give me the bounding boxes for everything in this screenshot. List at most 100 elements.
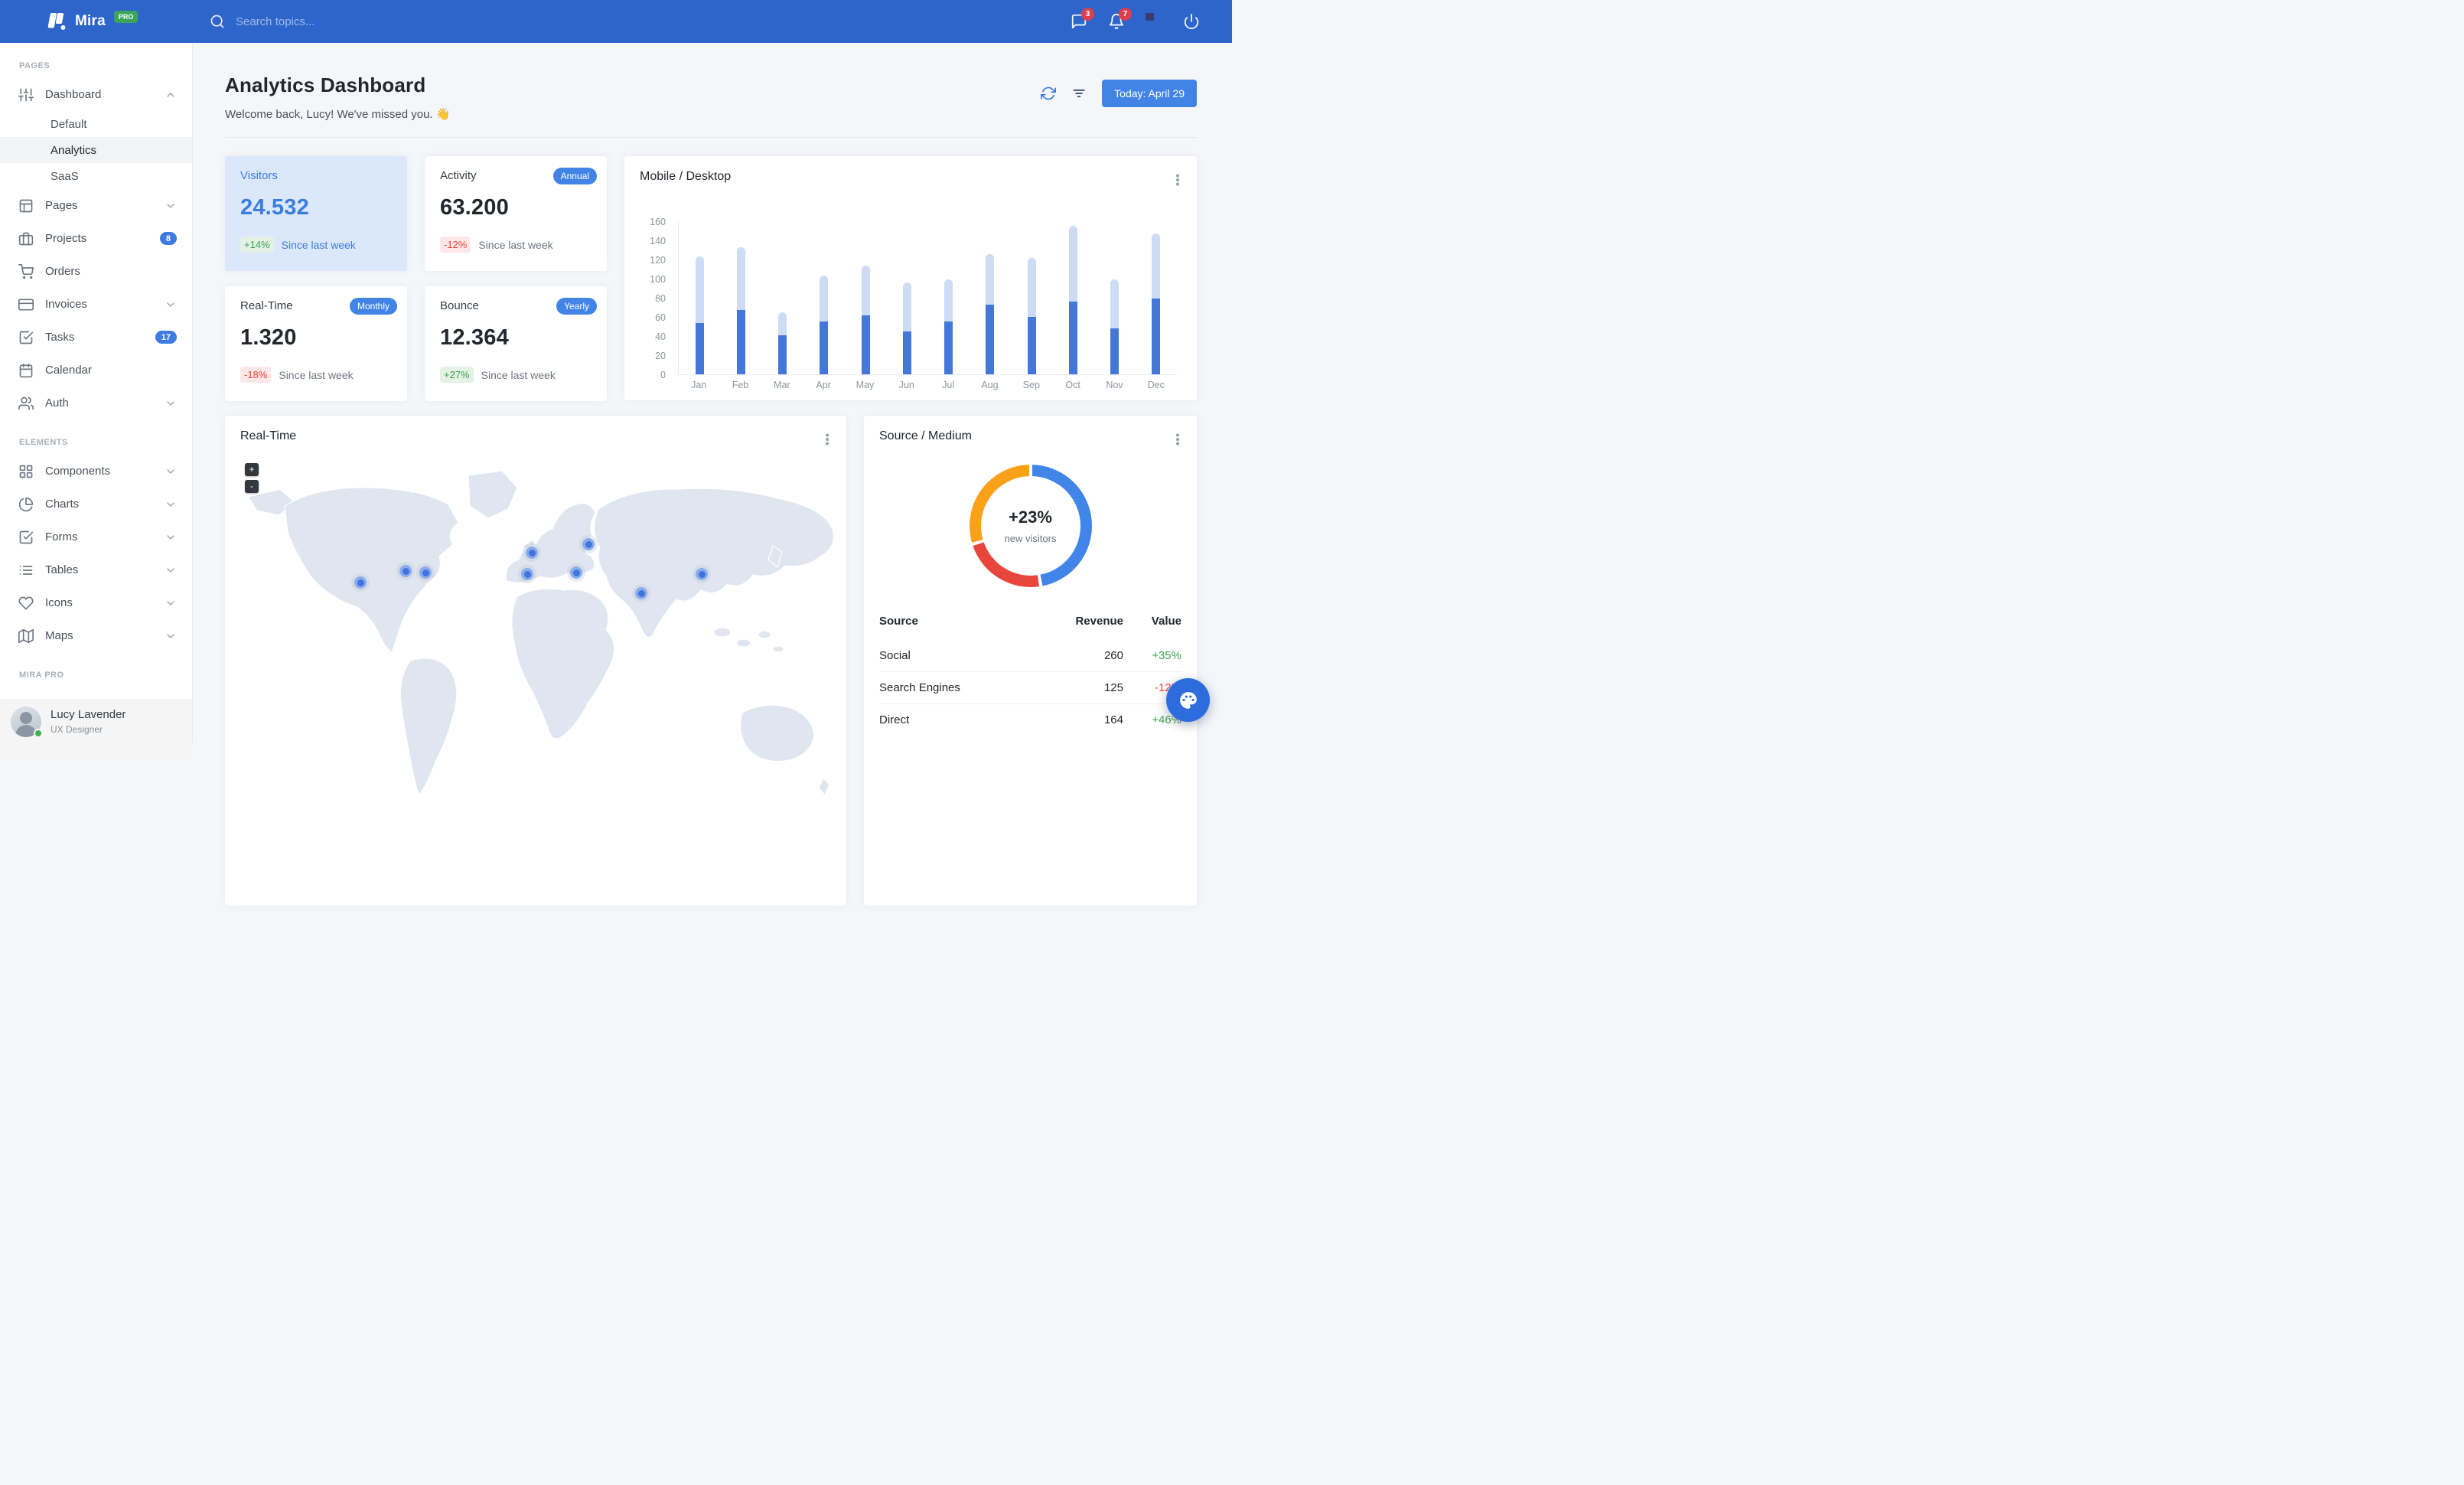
source-table: Source Revenue Value Social 260 +35% Search En… [879, 605, 1181, 736]
sidebar-section-label: MIRA PRO [19, 671, 64, 680]
map-marker[interactable] [582, 538, 595, 550]
sidebar-item-label: Icons [45, 596, 73, 609]
chevron-down-icon [167, 534, 174, 540]
map-marker[interactable] [526, 547, 538, 559]
sliders-icon [18, 87, 34, 103]
world-map[interactable] [225, 460, 846, 820]
source-cell: Search Engines [879, 681, 960, 694]
sidebar-user[interactable]: Lucy Lavender UX Designer [0, 699, 192, 758]
chevron-down-icon [165, 200, 177, 212]
map-marker[interactable] [521, 568, 533, 580]
sidebar-item-calendar[interactable]: Calendar [0, 354, 192, 387]
bar-mar[interactable] [778, 312, 787, 374]
sidebar-item-auth[interactable]: Auth [0, 387, 192, 419]
map-marker[interactable] [570, 566, 582, 579]
pie-chart-icon [18, 497, 34, 511]
messages-button[interactable]: 3 [1071, 8, 1094, 30]
chevron-down-icon [165, 397, 177, 410]
table-row: Search Engines 125 -12% [879, 671, 1181, 703]
y-axis-tick: 20 [655, 351, 666, 361]
bar-sep[interactable] [1027, 257, 1036, 374]
source-table-header: Source Revenue Value [879, 605, 1181, 640]
sidebar-item-orders[interactable]: Orders [0, 255, 192, 288]
sidebar-section-label: ELEMENTS [19, 438, 68, 447]
bar-jul[interactable] [944, 279, 953, 374]
today-date-button[interactable]: Today: April 29 [1102, 80, 1197, 107]
sidebar-item-forms[interactable]: Forms [0, 521, 192, 553]
sidebar-item-invoices[interactable]: Invoices [0, 288, 192, 321]
sidebar-item-dashboard[interactable]: Dashboard [0, 78, 192, 111]
briefcase-icon [18, 231, 34, 246]
search-icon [210, 15, 224, 28]
map-zoom-out-button[interactable]: - [245, 480, 259, 493]
chevron-down-icon [165, 498, 177, 511]
bar-dec[interactable] [1152, 233, 1161, 374]
brand[interactable]: Mira PRO [0, 11, 193, 31]
sidebar-item-tables[interactable]: Tables [0, 553, 192, 586]
cart-icon [18, 263, 34, 279]
sidebar-subitem-analytics[interactable]: Analytics [0, 137, 192, 163]
revenue-cell: 260 [1103, 649, 1123, 662]
bar-oct[interactable] [1068, 226, 1077, 374]
sidebar-item-charts[interactable]: Charts [0, 488, 192, 521]
theme-palette-fab[interactable] [1166, 678, 1210, 722]
map-icon [18, 628, 34, 644]
filter-button[interactable] [1071, 86, 1087, 101]
sidebar-item-projects[interactable]: Projects 8 [0, 222, 192, 255]
sidebar-count-badge: 8 [159, 232, 177, 245]
map-marker[interactable] [399, 565, 412, 577]
bar-apr[interactable] [820, 276, 829, 374]
delta-badge: +14% [240, 237, 274, 253]
map-marker[interactable] [419, 566, 432, 579]
sidebar-subitem-default[interactable]: Default [0, 111, 192, 137]
sidebar-item-maps[interactable]: Maps [0, 619, 192, 652]
map-marker[interactable] [696, 568, 708, 580]
search-input[interactable] [236, 15, 481, 28]
sidebar-subitem-saas[interactable]: SaaS [0, 163, 192, 189]
column-header: Value [1151, 615, 1181, 628]
map-marker[interactable] [635, 587, 647, 599]
period-pill[interactable]: Yearly [556, 298, 597, 315]
bar-jan[interactable] [695, 256, 704, 374]
grid-icon [19, 465, 33, 478]
chevron-down-icon [165, 531, 177, 543]
map-card-menu-button[interactable] [820, 432, 834, 446]
bar-may[interactable] [861, 265, 870, 374]
refresh-button[interactable] [1041, 86, 1057, 101]
bar-nov[interactable] [1110, 279, 1120, 374]
sidebar-item-tasks[interactable]: Tasks 17 [0, 321, 192, 354]
navbar-search[interactable] [210, 14, 481, 29]
map-card-title: Real-Time [240, 429, 297, 442]
donut-center-caption: new visitors [1004, 533, 1057, 544]
language-button[interactable] [1146, 13, 1162, 30]
stat-caption: Since last week [279, 368, 354, 381]
y-axis-tick: 60 [655, 312, 666, 323]
users-icon [18, 396, 34, 411]
power-icon [1184, 13, 1199, 30]
delta-badge: +27% [440, 367, 474, 383]
source-card-menu-button[interactable] [1171, 432, 1185, 446]
bar-aug[interactable] [986, 253, 995, 374]
chevron-down-icon [167, 501, 174, 507]
bar-jun[interactable] [902, 282, 911, 374]
sidebar-count-badge: 17 [155, 331, 177, 344]
palette-icon [1179, 691, 1197, 709]
sidebar-item-pages[interactable]: Pages [0, 189, 192, 222]
notifications-button[interactable]: 7 [1108, 8, 1132, 30]
sidebar-item-label: Tables [45, 563, 79, 576]
filter-icon [1073, 89, 1085, 98]
x-axis-label: Apr [816, 380, 831, 390]
stat-caption: Since last week [478, 238, 553, 251]
sign-out-button[interactable] [1183, 13, 1200, 30]
sidebar-item-icons[interactable]: Icons [0, 586, 192, 619]
map-marker[interactable] [354, 576, 367, 589]
chart-card-menu-button[interactable] [1171, 173, 1185, 187]
heart-icon [18, 596, 34, 610]
map-zoom-in-button[interactable]: + [245, 463, 259, 476]
sidebar-item-label: Components [45, 465, 111, 478]
period-pill[interactable]: Annual [552, 168, 597, 184]
period-pill[interactable]: Monthly [349, 298, 397, 315]
sidebar-item-components[interactable]: Components [0, 455, 192, 488]
bar-feb[interactable] [736, 246, 745, 374]
chevron-down-icon [167, 633, 174, 638]
